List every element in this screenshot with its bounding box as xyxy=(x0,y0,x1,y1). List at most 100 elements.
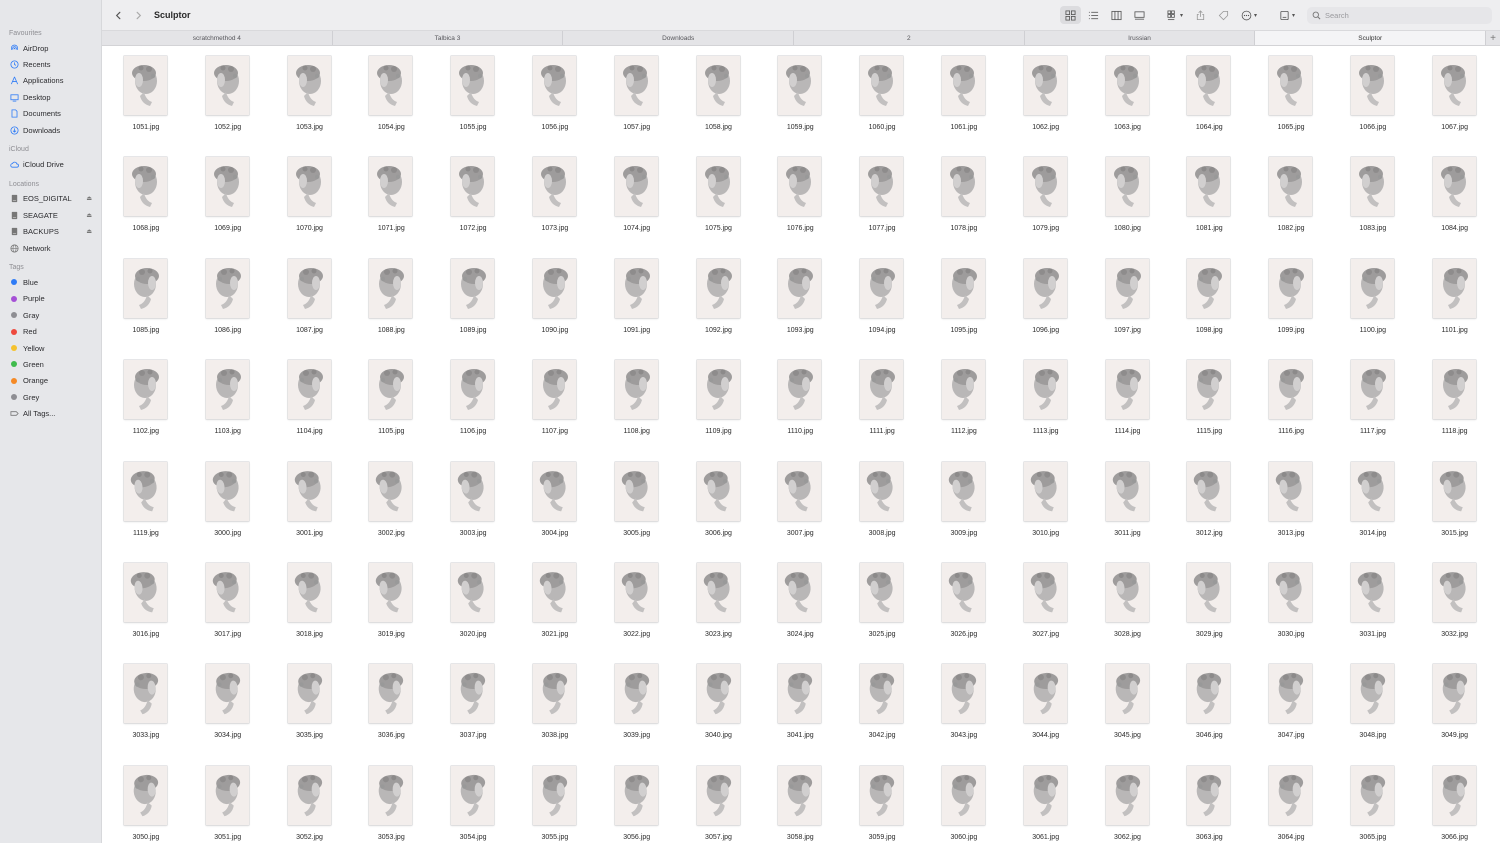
sidebar-tag-yellow[interactable]: Yellow xyxy=(0,340,101,356)
file-item[interactable]: 1059.jpg xyxy=(759,48,841,149)
file-item[interactable]: 1119.jpg xyxy=(105,454,187,555)
sidebar-item-seagate[interactable]: SEAGATE ⏏ xyxy=(0,207,101,223)
file-item[interactable]: 3032.jpg xyxy=(1414,555,1496,656)
file-item[interactable]: 3014.jpg xyxy=(1332,454,1414,555)
file-item[interactable]: 3007.jpg xyxy=(759,454,841,555)
eject-icon[interactable]: ⏏ xyxy=(86,212,92,219)
file-item[interactable]: 1063.jpg xyxy=(1087,48,1169,149)
file-item[interactable]: 1075.jpg xyxy=(678,149,760,250)
file-item[interactable]: 3064.jpg xyxy=(1250,758,1332,843)
file-item[interactable]: 3063.jpg xyxy=(1168,758,1250,843)
sidebar-item-network[interactable]: Network xyxy=(0,240,101,256)
file-item[interactable]: 3040.jpg xyxy=(678,656,760,757)
file-item[interactable]: 1107.jpg xyxy=(514,352,596,453)
group-by-button[interactable]: ▾ xyxy=(1162,6,1188,24)
file-item[interactable]: 1079.jpg xyxy=(1005,149,1087,250)
file-item[interactable]: 3010.jpg xyxy=(1005,454,1087,555)
file-item[interactable]: 1110.jpg xyxy=(759,352,841,453)
file-item[interactable]: 3005.jpg xyxy=(596,454,678,555)
file-item[interactable]: 3015.jpg xyxy=(1414,454,1496,555)
file-item[interactable]: 1078.jpg xyxy=(923,149,1005,250)
sidebar-item-icloud-drive[interactable]: iCloud Drive xyxy=(0,156,101,172)
file-item[interactable]: 1055.jpg xyxy=(432,48,514,149)
file-item[interactable]: 3057.jpg xyxy=(678,758,760,843)
sidebar-tag-purple[interactable]: Purple xyxy=(0,291,101,307)
eject-icon[interactable]: ⏏ xyxy=(86,195,92,202)
file-item[interactable]: 1061.jpg xyxy=(923,48,1005,149)
file-item[interactable]: 1106.jpg xyxy=(432,352,514,453)
file-item[interactable]: 1066.jpg xyxy=(1332,48,1414,149)
file-item[interactable]: 3056.jpg xyxy=(596,758,678,843)
file-item[interactable]: 3008.jpg xyxy=(841,454,923,555)
list-view-button[interactable] xyxy=(1083,6,1104,24)
file-item[interactable]: 1067.jpg xyxy=(1414,48,1496,149)
file-item[interactable]: 3039.jpg xyxy=(596,656,678,757)
file-item[interactable]: 3035.jpg xyxy=(269,656,351,757)
file-item[interactable]: 1111.jpg xyxy=(841,352,923,453)
file-item[interactable]: 3009.jpg xyxy=(923,454,1005,555)
file-item[interactable]: 3049.jpg xyxy=(1414,656,1496,757)
file-item[interactable]: 1082.jpg xyxy=(1250,149,1332,250)
file-item[interactable]: 1068.jpg xyxy=(105,149,187,250)
file-item[interactable]: 3036.jpg xyxy=(350,656,432,757)
file-item[interactable]: 1058.jpg xyxy=(678,48,760,149)
file-item[interactable]: 1086.jpg xyxy=(187,251,269,352)
share-button[interactable] xyxy=(1190,6,1211,24)
file-item[interactable]: 3045.jpg xyxy=(1087,656,1169,757)
file-item[interactable]: 1096.jpg xyxy=(1005,251,1087,352)
sidebar-item-airdrop[interactable]: AirDrop xyxy=(0,40,101,56)
sidebar-tag-red[interactable]: Red xyxy=(0,323,101,339)
tab-2[interactable]: 2 xyxy=(794,31,1025,45)
more-actions-button[interactable]: ▾ xyxy=(1236,6,1262,24)
sidebar-item-all-tags[interactable]: All Tags... xyxy=(0,405,101,421)
file-item[interactable]: 3044.jpg xyxy=(1005,656,1087,757)
file-item[interactable]: 1109.jpg xyxy=(678,352,760,453)
file-item[interactable]: 1051.jpg xyxy=(105,48,187,149)
tab-scratchmethod-4[interactable]: scratchmethod 4 xyxy=(102,31,333,45)
search-field[interactable] xyxy=(1307,6,1492,24)
sidebar-item-documents[interactable]: Documents xyxy=(0,106,101,122)
file-item[interactable]: 1094.jpg xyxy=(841,251,923,352)
file-item[interactable]: 1097.jpg xyxy=(1087,251,1169,352)
file-item[interactable]: 3019.jpg xyxy=(350,555,432,656)
file-item[interactable]: 1073.jpg xyxy=(514,149,596,250)
file-item[interactable]: 3006.jpg xyxy=(678,454,760,555)
file-item[interactable]: 3016.jpg xyxy=(105,555,187,656)
file-item[interactable]: 3051.jpg xyxy=(187,758,269,843)
file-item[interactable]: 1052.jpg xyxy=(187,48,269,149)
file-item[interactable]: 1098.jpg xyxy=(1168,251,1250,352)
file-item[interactable]: 3053.jpg xyxy=(350,758,432,843)
sidebar-tag-grey[interactable]: Grey xyxy=(0,389,101,405)
file-item[interactable]: 3034.jpg xyxy=(187,656,269,757)
file-item[interactable]: 1099.jpg xyxy=(1250,251,1332,352)
file-item[interactable]: 3002.jpg xyxy=(350,454,432,555)
file-item[interactable]: 1095.jpg xyxy=(923,251,1005,352)
file-item[interactable]: 3023.jpg xyxy=(678,555,760,656)
sidebar-item-downloads[interactable]: Downloads xyxy=(0,122,101,138)
file-item[interactable]: 1074.jpg xyxy=(596,149,678,250)
sidebar-item-applications[interactable]: Applications xyxy=(0,73,101,89)
file-item[interactable]: 1105.jpg xyxy=(350,352,432,453)
file-item[interactable]: 3048.jpg xyxy=(1332,656,1414,757)
file-item[interactable]: 3050.jpg xyxy=(105,758,187,843)
file-item[interactable]: 1081.jpg xyxy=(1168,149,1250,250)
file-item[interactable]: 3047.jpg xyxy=(1250,656,1332,757)
file-item[interactable]: 3058.jpg xyxy=(759,758,841,843)
file-item[interactable]: 3037.jpg xyxy=(432,656,514,757)
file-item[interactable]: 3042.jpg xyxy=(841,656,923,757)
file-item[interactable]: 3054.jpg xyxy=(432,758,514,843)
eject-menu-button[interactable]: ▾ xyxy=(1274,6,1300,24)
file-item[interactable]: 3059.jpg xyxy=(841,758,923,843)
file-item[interactable]: 1085.jpg xyxy=(105,251,187,352)
file-item[interactable]: 1076.jpg xyxy=(759,149,841,250)
file-item[interactable]: 1102.jpg xyxy=(105,352,187,453)
file-item[interactable]: 3038.jpg xyxy=(514,656,596,757)
sidebar-tag-orange[interactable]: Orange xyxy=(0,373,101,389)
new-tab-button[interactable]: + xyxy=(1486,31,1500,45)
sidebar-item-backups[interactable]: BACKUPS ⏏ xyxy=(0,224,101,240)
file-item[interactable]: 3021.jpg xyxy=(514,555,596,656)
file-item[interactable]: 1062.jpg xyxy=(1005,48,1087,149)
file-item[interactable]: 1115.jpg xyxy=(1168,352,1250,453)
file-item[interactable]: 1116.jpg xyxy=(1250,352,1332,453)
file-item[interactable]: 3026.jpg xyxy=(923,555,1005,656)
